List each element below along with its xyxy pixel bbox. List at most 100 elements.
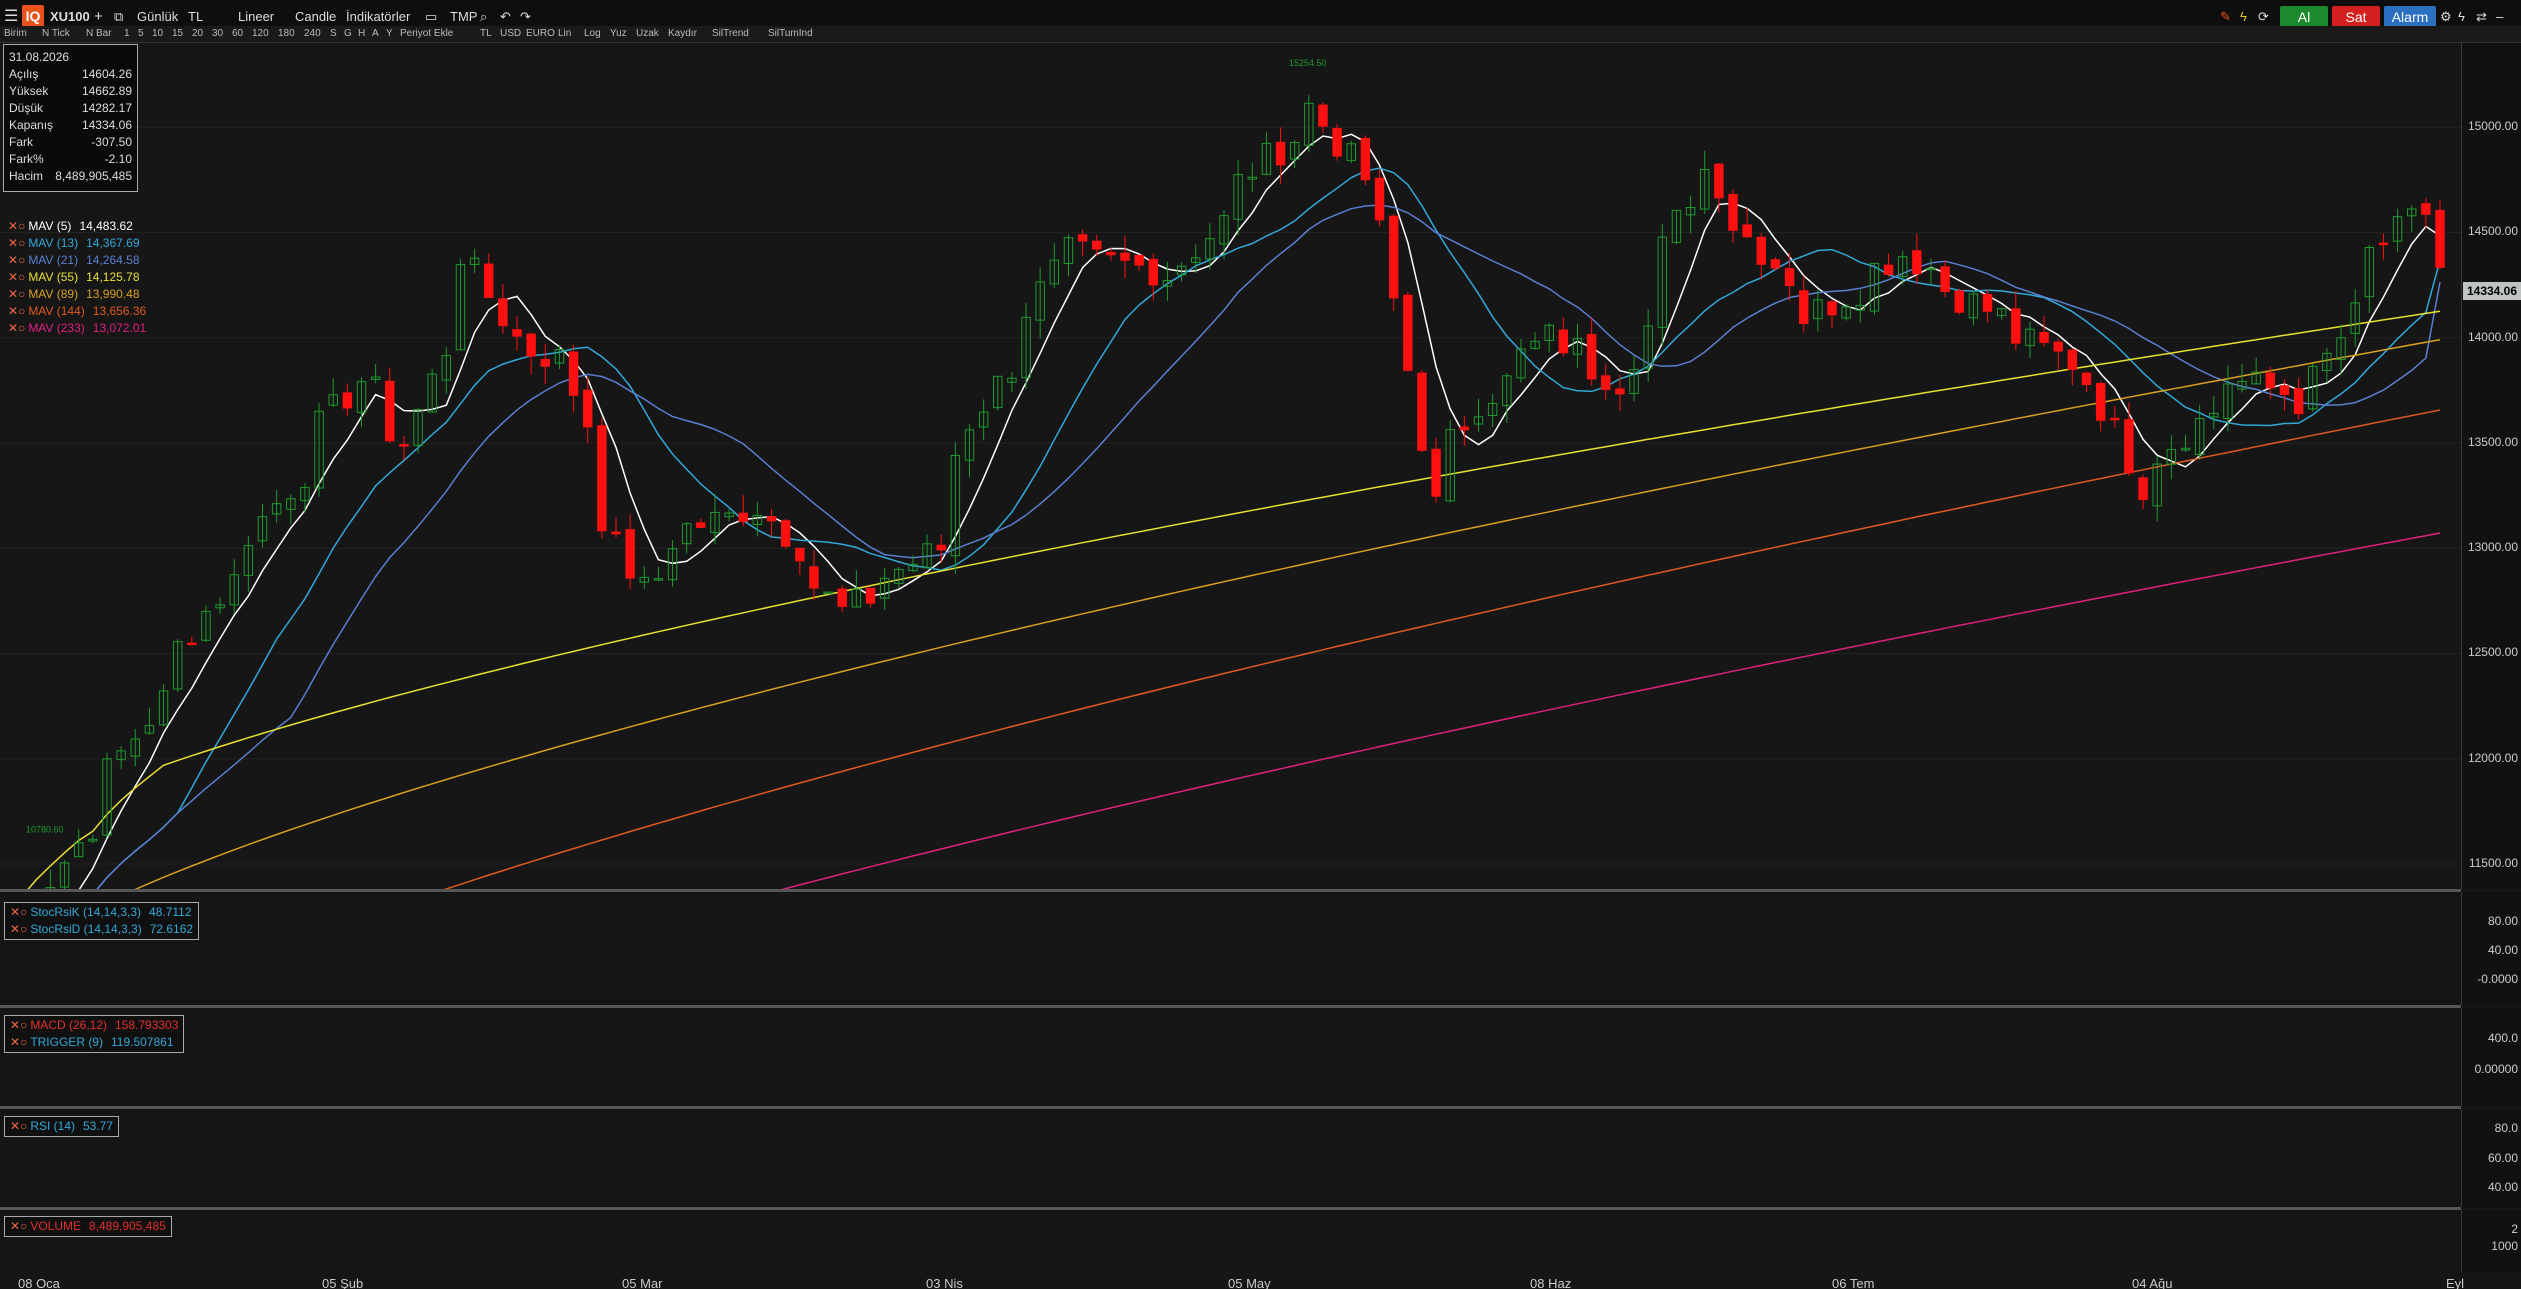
candle-body: [2081, 372, 2092, 386]
date-label: 06 Tem: [1832, 1276, 1875, 1289]
ohlc-value: 8,489,905,485: [55, 169, 132, 183]
date-label: 04 Ağu: [2132, 1276, 2173, 1289]
ohlc-row: Fark% -2.10: [9, 151, 132, 168]
indicator-value: 53.77: [83, 1119, 114, 1133]
ohlc-value: 14662.89: [81, 84, 132, 98]
macd-axis: 400.0 0.00000: [2461, 1008, 2521, 1106]
remove-icon[interactable]: ✕○: [10, 1035, 27, 1049]
ohlc-row: Yüksek 14662.89: [9, 83, 132, 100]
mav-legend-item[interactable]: ✕○ MAV (89) 13,990.48: [8, 286, 146, 303]
candle-body: [2053, 341, 2063, 352]
mav-legend-item[interactable]: ✕○ MAV (13) 14,367.69: [8, 235, 146, 252]
mav-label: MAV (55): [28, 270, 79, 284]
candle-body: [1756, 236, 1767, 265]
mav-label: MAV (144): [28, 304, 85, 318]
remove-icon[interactable]: ✕○: [8, 219, 25, 233]
remove-icon[interactable]: ✕○: [10, 922, 27, 936]
mav-legend-item[interactable]: ✕○ MAV (21) 14,264.58: [8, 252, 146, 269]
candle-body: [1332, 127, 1342, 157]
remove-icon[interactable]: ✕○: [10, 1119, 27, 1133]
indicator-label: RSI (14): [30, 1119, 75, 1133]
candle-body: [696, 522, 706, 528]
candle-body: [1586, 333, 1597, 380]
candle-body: [512, 329, 522, 337]
candle-body: [1134, 254, 1144, 266]
candle-body: [1374, 177, 1385, 221]
remove-icon[interactable]: ✕○: [8, 304, 25, 318]
candle-body: [809, 566, 819, 589]
indicator-legend-item[interactable]: ✕○ MACD (26,12) 158.793303: [10, 1017, 178, 1034]
candle-body: [1417, 372, 1427, 451]
mav-legend-item[interactable]: ✕○ MAV (55) 14,125.78: [8, 269, 146, 286]
indicator-tick: 400.0: [2487, 1031, 2518, 1045]
candle-body: [1770, 259, 1781, 269]
candle-body: [2279, 385, 2290, 395]
candle-body: [1728, 194, 1738, 231]
candle-body: [1714, 163, 1724, 199]
indicator-legend-item[interactable]: ✕○ VOLUME 8,489,905,485: [10, 1218, 166, 1235]
mav-legend-item[interactable]: ✕○ MAV (144) 13,656.36: [8, 303, 146, 320]
remove-icon[interactable]: ✕○: [8, 287, 25, 301]
candle-body: [1120, 252, 1130, 261]
mav-label: MAV (89): [28, 287, 79, 301]
ohlc-value: -2.10: [104, 152, 132, 166]
candle-body: [1148, 258, 1159, 286]
indicator-tick: 40.00: [2487, 1180, 2518, 1194]
stoch-legend: ✕○ StocRsiK (14,14,3,3) 48.7112 ✕○ StocRsiD …: [4, 902, 200, 940]
macd-legend: ✕○ MACD (26,12) 158.793303 ✕○ TRIGGER (9) 119…: [4, 1015, 185, 1053]
remove-icon[interactable]: ✕○: [8, 321, 25, 335]
last-price-label: 14334.06: [2463, 282, 2521, 300]
candle-body: [1912, 250, 1922, 275]
remove-icon[interactable]: ✕○: [8, 253, 25, 267]
price-tick: 13500.00: [2467, 434, 2518, 449]
date-label: Eyl: [2446, 1276, 2465, 1289]
mav-legend-item[interactable]: ✕○ MAV (233) 13,072.01: [8, 320, 146, 337]
indicator-value: 8,489,905,485: [89, 1219, 166, 1233]
candle-body: [1431, 448, 1441, 497]
mav-line: [7, 167, 2441, 971]
mav-value: 14,125.78: [86, 270, 140, 284]
candle-body: [1275, 141, 1286, 166]
mav-label: MAV (13): [28, 236, 79, 250]
candle-body: [1940, 266, 1950, 292]
ohlc-label: Düşük: [9, 101, 44, 115]
remove-icon[interactable]: ✕○: [8, 236, 25, 250]
rsi-pane: [0, 1106, 2461, 1207]
candle-body: [399, 444, 409, 447]
stoch-rsi-pane: [0, 889, 2461, 1005]
indicator-value: 158.793303: [115, 1018, 179, 1032]
remove-icon[interactable]: ✕○: [10, 905, 27, 919]
candle-body: [1742, 224, 1752, 238]
indicator-legend-item[interactable]: ✕○ TRIGGER (9) 119.507861: [10, 1034, 178, 1051]
mav-value: 14,483.62: [79, 219, 133, 233]
remove-icon[interactable]: ✕○: [10, 1219, 27, 1233]
indicator-label: VOLUME: [30, 1219, 81, 1233]
high-label: 15254.50: [1289, 58, 1327, 68]
candle-body: [1954, 290, 1964, 313]
candle-body: [766, 516, 777, 522]
ohlc-label: Yüksek: [9, 84, 49, 98]
candle-body: [1092, 240, 1102, 250]
remove-icon[interactable]: ✕○: [8, 270, 25, 284]
price-tick: 15000.00: [2467, 119, 2518, 134]
indicator-tick: 40.00: [2487, 943, 2518, 957]
remove-icon[interactable]: ✕○: [10, 1018, 27, 1032]
ohlc-label: Fark%: [9, 152, 44, 166]
ohlc-label: Kapanış: [9, 118, 54, 132]
candle-body: [780, 520, 791, 547]
mav-legend-item[interactable]: ✕○ MAV (5) 14,483.62: [8, 218, 146, 235]
candle-body: [2039, 331, 2049, 343]
price-tick: 14500.00: [2467, 224, 2518, 239]
price-axis: 15000.00 14500.00 14000.00 13500.00 13000.00…: [2461, 43, 2521, 889]
candle-body: [2110, 417, 2120, 421]
candle-body: [568, 351, 579, 396]
candle-body: [1403, 294, 1413, 371]
rsi-legend: ✕○ RSI (14) 53.77: [4, 1116, 120, 1137]
candle-body: [1318, 104, 1328, 127]
indicator-legend-item[interactable]: ✕○ StocRsiD (14,14,3,3) 72.6162: [10, 921, 193, 938]
rsi-axis: 80.0 60.00 40.00: [2461, 1109, 2521, 1207]
mav-value: 13,656.36: [92, 304, 147, 318]
indicator-legend-item[interactable]: ✕○ StocRsiK (14,14,3,3) 48.7112: [10, 904, 193, 921]
ohlc-row: Açılış 14604.26: [9, 66, 132, 83]
indicator-legend-item[interactable]: ✕○ RSI (14) 53.77: [10, 1118, 113, 1135]
